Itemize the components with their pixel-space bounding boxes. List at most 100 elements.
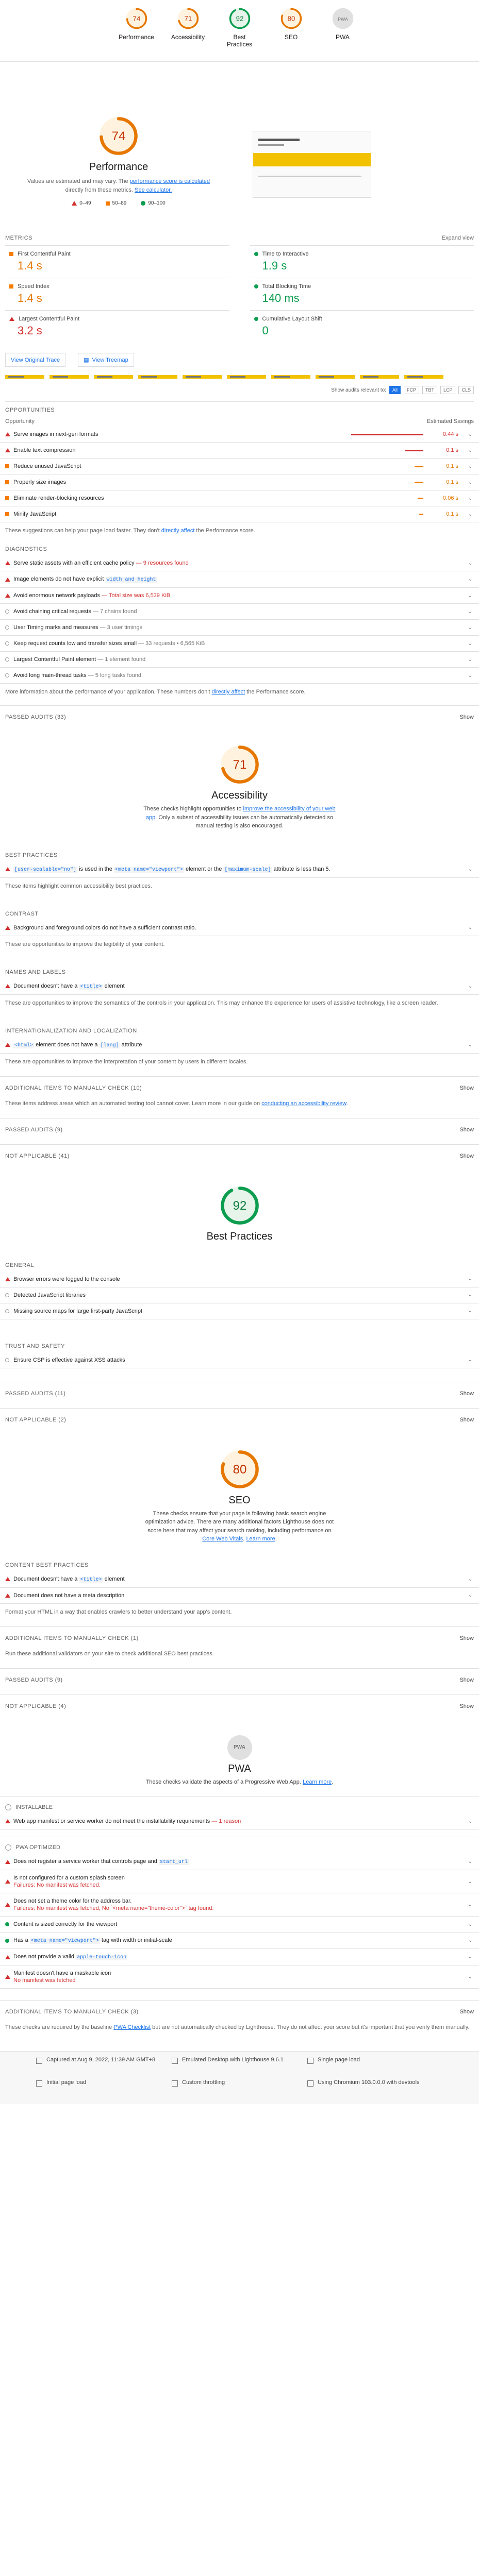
seo-audit-row[interactable]: Document does not have a meta descriptio… [0, 1588, 479, 1604]
diagnostic-row[interactable]: Image elements do not have explicit widt… [0, 571, 479, 588]
view-treemap-button[interactable]: ▦ View Treemap [78, 353, 134, 367]
bp-passed-audits[interactable]: PASSED AUDITS (11) Show [0, 1381, 479, 1397]
diagnostic-row[interactable]: Serve static assets with an efficient ca… [0, 555, 479, 571]
perf-passed-audits[interactable]: PASSED AUDITS (33) Show [0, 705, 479, 720]
chevron-down-icon[interactable]: ⌄ [467, 593, 474, 599]
chevron-down-icon[interactable]: ⌄ [467, 1357, 474, 1363]
chevron-down-icon[interactable]: ⌄ [467, 1902, 474, 1908]
diagnostic-row[interactable]: Keep request counts low and transfer siz… [0, 636, 479, 652]
opportunity-row[interactable]: Eliminate render-blocking resources 0.06 … [0, 490, 479, 506]
chevron-down-icon[interactable]: ⌄ [467, 1954, 474, 1960]
seo-learn-more-link[interactable]: Learn more [246, 1536, 275, 1542]
pwa-checklist-link[interactable]: PWA Checklist [113, 2024, 151, 2030]
pwa-audit-row[interactable]: Does not register a service worker that … [0, 1854, 479, 1870]
perf-score-link[interactable]: performance score is calculated [130, 178, 210, 184]
pwa-audit-row[interactable]: Content is sized correctly for the viewp… [0, 1917, 479, 1933]
bp-audit-row[interactable]: Browser errors were logged to the consol… [0, 1272, 479, 1287]
a11y-audit-row[interactable]: Document doesn't have a <title> element ⌄ [0, 978, 479, 995]
chevron-down-icon[interactable]: ⌄ [467, 561, 474, 566]
seo-passed-audits[interactable]: PASSED AUDITS (9) Show [0, 1668, 479, 1683]
seo-audit-row[interactable]: Document doesn't have a <title> element ⌄ [0, 1571, 479, 1588]
chevron-down-icon[interactable]: ⌄ [467, 1859, 474, 1865]
chevron-down-icon[interactable]: ⌄ [467, 641, 474, 647]
diagnostic-row[interactable]: Avoid enormous network payloads — Total … [0, 588, 479, 604]
chevron-down-icon[interactable]: ⌄ [467, 657, 474, 663]
a11y-audit-row[interactable]: Background and foreground colors do not … [0, 920, 479, 936]
core-web-vitals-link[interactable]: Core Web Vitals [202, 1536, 243, 1542]
filter-chip-fcp[interactable]: FCP [403, 386, 419, 394]
a11y-audit-row[interactable]: [user-scalable="no"] is used in the <met… [0, 861, 479, 878]
chevron-down-icon[interactable]: ⌄ [467, 673, 474, 679]
directly-affect-link[interactable]: directly affect [161, 528, 195, 534]
expand-view-toggle[interactable]: Expand view [442, 235, 474, 241]
view-original-trace-button[interactable]: View Original Trace [5, 353, 66, 367]
filter-chip-lcp[interactable]: LCP [440, 386, 456, 394]
seo-manual-items[interactable]: ADDITIONAL ITEMS TO MANUALLY CHECK (1) Sh… [0, 1626, 479, 1641]
a11y-audit-row[interactable]: <html> element does not have a [lang] at… [0, 1037, 479, 1054]
pwa-audit-row[interactable]: Web app manifest or service worker do no… [0, 1814, 479, 1829]
filter-chip-all[interactable]: All [389, 386, 401, 394]
filter-chip-tbt[interactable]: TBT [422, 386, 437, 394]
pwa-audit-row[interactable]: Has a <meta name="viewport"> tag with wi… [0, 1933, 479, 1949]
see-calculator-link[interactable]: See calculator. [135, 187, 172, 193]
opportunity-row[interactable]: Minify JavaScript 0.1 s ⌄ [0, 506, 479, 522]
diagnostic-row[interactable]: User Timing marks and measures — 3 user … [0, 620, 479, 636]
diagnostic-row[interactable]: Avoid long main-thread tasks — 5 long ta… [0, 668, 479, 684]
bp-not-applicable[interactable]: NOT APPLICABLE (2) Show [0, 1408, 479, 1423]
a11y-passed-audits[interactable]: PASSED AUDITS (9) Show [0, 1117, 479, 1133]
chevron-down-icon[interactable]: ⌄ [467, 1819, 474, 1824]
pwa-audit-row[interactable]: Is not configured for a custom splash sc… [0, 1870, 479, 1893]
a11y-not-applicable[interactable]: NOT APPLICABLE (41) Show [0, 1144, 479, 1159]
opportunity-row[interactable]: Serve images in next-gen formats 0.44 s ⌄ [0, 427, 479, 443]
chevron-down-icon[interactable]: ⌄ [467, 448, 474, 453]
bp-audit-row[interactable]: Detected JavaScript libraries ⌄ [0, 1287, 479, 1303]
opportunity-row[interactable]: Properly size images 0.1 s ⌄ [0, 474, 479, 490]
opportunity-row[interactable]: Reduce unused JavaScript 0.1 s ⌄ [0, 459, 479, 474]
chevron-down-icon[interactable]: ⌄ [467, 1922, 474, 1927]
top-gauge-pwa[interactable]: PWA PWA [324, 7, 361, 61]
chevron-down-icon[interactable]: ⌄ [467, 984, 474, 989]
chevron-down-icon[interactable]: ⌄ [467, 867, 474, 872]
chevron-down-icon[interactable]: ⌄ [467, 1577, 474, 1582]
chevron-down-icon[interactable]: ⌄ [467, 480, 474, 485]
top-gauge-performance[interactable]: 74 Performance [118, 7, 155, 61]
pwa-audit-row[interactable]: Does not set a theme color for the addre… [0, 1893, 479, 1917]
pwa-audit-row[interactable]: Does not provide a valid apple-touch-ico… [0, 1949, 479, 1965]
pwa-learn-more-link[interactable]: Learn more [303, 1779, 332, 1785]
chevron-down-icon[interactable]: ⌄ [467, 1938, 474, 1943]
top-gauge-seo[interactable]: 80 SEO [273, 7, 310, 61]
chevron-down-icon[interactable]: ⌄ [467, 577, 474, 582]
diagnostic-row[interactable]: Largest Contentful Paint element — 1 ele… [0, 652, 479, 668]
seo-not-applicable[interactable]: NOT APPLICABLE (4) Show [0, 1694, 479, 1709]
bp-audit-row[interactable]: Ensure CSP is effective against XSS atta… [0, 1352, 479, 1368]
chevron-down-icon[interactable]: ⌄ [467, 464, 474, 469]
top-gauge-best-practices[interactable]: 92 Best Practices [221, 7, 258, 61]
bp-audit-row[interactable]: Missing source maps for large first-part… [0, 1303, 479, 1319]
chevron-down-icon[interactable]: ⌄ [467, 925, 474, 930]
a11y-review-link[interactable]: conducting an accessibility review [261, 1100, 346, 1107]
chevron-down-icon[interactable]: ⌄ [467, 1974, 474, 1980]
a11y-group-header: NAMES AND LABELS [0, 961, 479, 975]
diagnostic-text: Avoid enormous network payloads [13, 592, 100, 599]
diagnostic-row[interactable]: Avoid chaining critical requests — 7 cha… [0, 604, 479, 620]
a11y-manual-items[interactable]: ADDITIONAL ITEMS TO MANUALLY CHECK (10) S… [0, 1076, 479, 1091]
chevron-down-icon[interactable]: ⌄ [467, 1292, 474, 1298]
chevron-down-icon[interactable]: ⌄ [467, 1276, 474, 1282]
pwa-audit-row[interactable]: Manifest doesn't have a maskable icon No … [0, 1965, 479, 1989]
chevron-down-icon[interactable]: ⌄ [467, 1879, 474, 1885]
chevron-down-icon[interactable]: ⌄ [467, 496, 474, 501]
seo-content-header: CONTENT BEST PRACTICES [5, 1562, 89, 1568]
pwa-manual-items[interactable]: ADDITIONAL ITEMS TO MANUALLY CHECK (3) Sh… [0, 2000, 479, 2015]
chevron-down-icon[interactable]: ⌄ [467, 432, 474, 437]
top-gauge-accessibility[interactable]: 71 Accessibility [170, 7, 207, 61]
chevron-down-icon[interactable]: ⌄ [467, 625, 474, 631]
chevron-down-icon[interactable]: ⌄ [467, 1042, 474, 1048]
chevron-down-icon[interactable]: ⌄ [467, 1592, 474, 1598]
directly-affect-link-2[interactable]: directly affect [212, 689, 245, 695]
chevron-down-icon[interactable]: ⌄ [467, 1308, 474, 1314]
chevron-down-icon[interactable]: ⌄ [467, 609, 474, 615]
chevron-down-icon[interactable]: ⌄ [467, 512, 474, 517]
diagnostic-title: Image elements do not have explicit widt… [13, 576, 467, 583]
opportunity-row[interactable]: Enable text compression 0.1 s ⌄ [0, 443, 479, 459]
filter-chip-cls[interactable]: CLS [458, 386, 474, 394]
